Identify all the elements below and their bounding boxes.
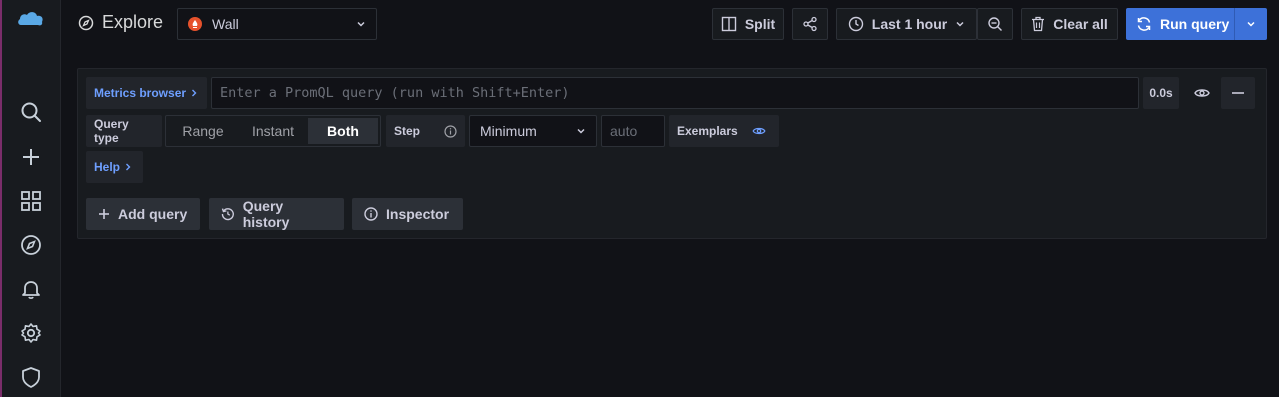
share-icon [803,16,817,32]
chevron-down-icon [357,21,365,27]
query-history-label: Query history [242,198,290,230]
step-input[interactable]: auto [601,115,665,147]
run-query-main[interactable]: Run query [1126,16,1234,32]
plus-icon[interactable] [19,145,43,169]
clear-all-button[interactable]: Clear all [1021,8,1118,40]
chevron-down-icon [577,128,585,134]
run-query-label: Run query [1160,16,1230,32]
datasource-name: Wall [212,16,239,32]
inspector-label: Inspector [386,206,450,222]
eye-icon [752,127,766,135]
gear-icon[interactable] [19,321,43,345]
time-range-picker[interactable]: Last 1 hour [836,8,977,40]
query-type-range[interactable]: Range [168,118,238,144]
exemplars-toggle[interactable]: Exemplars [669,115,779,147]
share-button[interactable] [792,8,828,40]
split-label: Split [744,16,776,32]
query-type-radio: Range Instant Both [165,115,381,147]
query-placeholder: Enter a PromQL query (run with Shift+Ent… [220,85,570,101]
explore-icon[interactable] [19,233,43,257]
help-button[interactable]: Help [86,151,143,183]
inspector-button[interactable]: Inspector [352,198,463,230]
chevron-right-icon [126,163,131,171]
sync-icon [1137,17,1151,31]
shield-icon[interactable] [19,365,43,389]
alerting-icon[interactable] [19,277,43,301]
page-title: Explore [102,12,164,32]
clear-all-label: Clear all [1053,16,1108,32]
collapse-query-button[interactable] [1221,77,1255,109]
compass-icon [78,15,94,30]
query-type-instant-label: Instant [251,123,295,139]
query-duration-label: 0.0s [1149,86,1173,100]
metrics-browser-label: Metrics browser [94,86,187,100]
split-button[interactable]: Split [712,8,784,40]
query-type-label: Query type [86,115,162,147]
run-query-button[interactable]: Run query [1126,8,1267,40]
clock-icon [848,16,863,32]
query-history-button[interactable]: Query history [209,198,344,230]
explore-toolbar: Explore Wall Split Last 1 hour Clear all… [62,0,1279,48]
page-header: Explore [78,12,163,33]
search-icon[interactable] [19,100,43,124]
promql-query-input[interactable]: Enter a PromQL query (run with Shift+Ent… [211,77,1139,109]
query-type-both-label: Both [327,123,359,139]
step-label: Step [386,115,465,147]
trash-icon [1032,16,1045,32]
chevron-down-icon [956,21,964,27]
split-icon [721,16,737,32]
dashboards-icon[interactable] [19,189,43,213]
prometheus-icon [188,17,202,31]
exemplars-label: Exemplars [677,124,738,138]
sidebar-accent [0,0,2,397]
history-icon [221,208,234,221]
sidebar [0,0,61,397]
plus-icon [99,209,109,219]
info-icon[interactable] [444,124,457,138]
metrics-browser-button[interactable]: Metrics browser [86,77,207,109]
time-range-label: Last 1 hour [871,16,948,32]
eye-icon [1194,89,1210,97]
zoom-out-button[interactable] [977,8,1013,40]
run-query-options[interactable] [1234,8,1267,40]
query-type-range-label: Range [182,123,224,139]
query-duration: 0.0s [1143,77,1179,109]
query-type-instant[interactable]: Instant [238,118,308,144]
step-mode-select[interactable]: Minimum [469,115,597,147]
step-text: Step [394,124,421,138]
step-mode-value: Minimum [480,123,537,139]
toggle-visibility-button[interactable] [1184,77,1220,109]
datasource-picker[interactable]: Wall [177,8,377,40]
minus-icon [1232,92,1244,94]
chevron-right-icon [192,89,197,97]
chevron-down-icon [1247,21,1255,27]
query-type-both[interactable]: Both [308,118,378,144]
add-query-label: Add query [118,206,188,222]
add-query-button[interactable]: Add query [86,198,200,230]
help-label: Help [94,160,121,174]
grafana-logo-icon[interactable] [17,9,45,29]
step-placeholder: auto [610,123,638,139]
query-type-text: Query type [94,117,129,145]
info-icon [364,207,378,221]
zoom-out-icon [988,17,1002,31]
